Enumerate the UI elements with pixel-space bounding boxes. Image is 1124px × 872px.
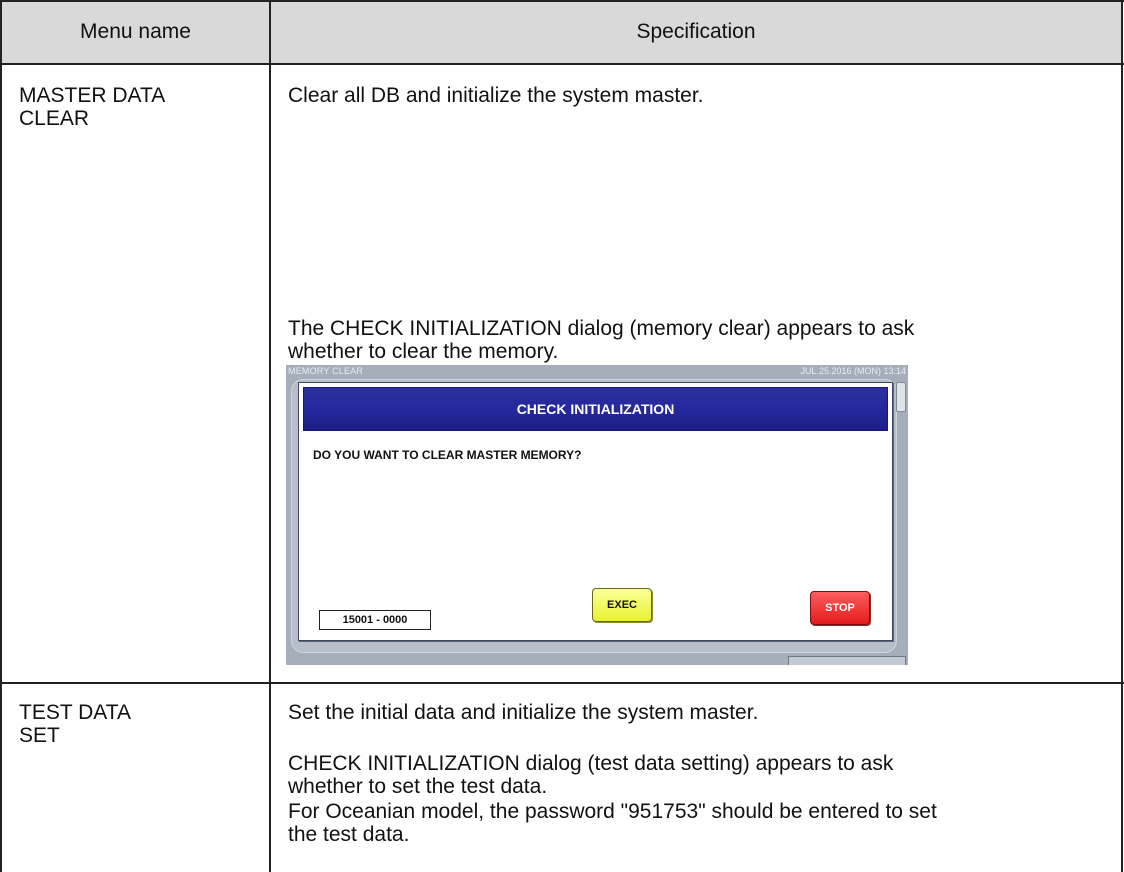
row-2-menu-name-line-2: SET — [19, 724, 60, 747]
row-1-menu-name-line-1: MASTER DATA — [19, 84, 166, 107]
column-header-specification: Specification — [636, 20, 756, 43]
row-1-spec-line-3: whether to clear the memory. — [288, 340, 559, 363]
memory-clear-screenshot: MEMORY CLEAR JUL.25.2016 (MON) 13:14 CHE… — [286, 365, 908, 665]
code-display: 15001 - 0000 — [319, 610, 431, 630]
table-header-divider — [0, 63, 1124, 65]
stop-button[interactable]: STOP — [810, 591, 870, 625]
table-row-divider — [0, 682, 1124, 684]
row-2-spec-line-1: Set the initial data and initialize the … — [288, 701, 759, 724]
row-2-spec-line-2: CHECK INITIALIZATION dialog (test data s… — [288, 752, 894, 775]
scrollbar-thumb[interactable] — [896, 382, 906, 412]
row-1-spec-line-1: Clear all DB and initialize the system m… — [288, 84, 704, 107]
screen-datetime: JUL.25.2016 (MON) 13:14 — [800, 366, 906, 376]
row-2-menu-name-line-1: TEST DATA — [19, 701, 132, 724]
dialog-message: DO YOU WANT TO CLEAR MASTER MEMORY? — [313, 448, 582, 462]
row-1-spec-line-2: The CHECK INITIALIZATION dialog (memory … — [288, 317, 915, 340]
table-border-left — [0, 0, 2, 872]
screen-status-box — [788, 656, 906, 665]
dialog-title: CHECK INITIALIZATION — [303, 387, 888, 431]
row-2-spec-line-5: the test data. — [288, 823, 410, 846]
check-initialization-dialog: CHECK INITIALIZATION DO YOU WANT TO CLEA… — [298, 382, 893, 641]
exec-button[interactable]: EXEC — [592, 588, 652, 622]
table-border-right — [1121, 0, 1123, 872]
screen-title: MEMORY CLEAR — [288, 366, 364, 376]
row-1-menu-name-line-2: CLEAR — [19, 107, 90, 130]
row-2-spec-line-4: For Oceanian model, the password "951753… — [288, 800, 937, 823]
spec-table: Menu name Specification MASTER DATA CLEA… — [0, 0, 1124, 872]
column-header-menu-name: Menu name — [80, 20, 191, 43]
table-column-divider — [269, 0, 271, 872]
table-border-top — [0, 0, 1124, 2]
row-2-spec-line-3: whether to set the test data. — [288, 775, 548, 798]
